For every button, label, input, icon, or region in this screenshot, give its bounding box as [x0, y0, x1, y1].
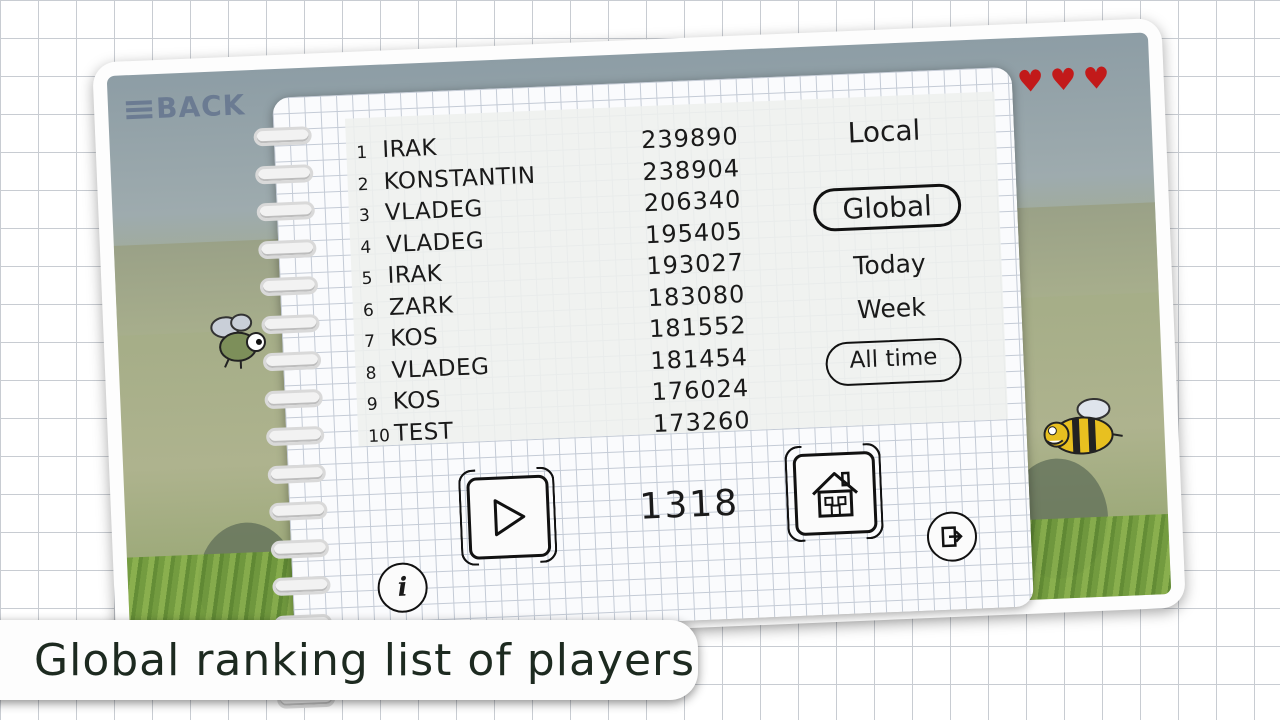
filter-global[interactable]: Global	[796, 170, 979, 243]
home-icon	[812, 471, 859, 518]
level-number: 1318	[638, 482, 740, 528]
ranking-rank: 9	[366, 394, 379, 416]
filter-today[interactable]: Today	[799, 246, 981, 297]
home-button[interactable]	[792, 450, 878, 537]
play-icon	[493, 499, 526, 537]
info-icon: i	[397, 572, 409, 603]
filter-local-label: Local	[847, 113, 921, 150]
heart-icon: ♥	[1016, 63, 1045, 100]
ranking-score: 239890	[640, 122, 740, 155]
ranking-list: 1 IRAK 239890 2 KONSTANTIN 238904 3 VLADEG 20634…	[356, 121, 789, 453]
ranking-rank: 7	[363, 331, 376, 353]
ranking-score: 176024	[651, 374, 750, 407]
ranking-rank: 4	[359, 237, 372, 258]
ranking-rank: 2	[357, 174, 369, 195]
ranking-score: 183080	[647, 279, 746, 312]
ranking-score: 181552	[648, 311, 748, 344]
play-button[interactable]	[466, 474, 552, 560]
exit-icon	[941, 526, 963, 548]
ranking-score: 238904	[641, 153, 741, 186]
ranking-score: 193027	[645, 248, 745, 281]
ranking-rank: 8	[365, 363, 377, 384]
info-button[interactable]: i	[376, 561, 429, 614]
filter-week-label: Week	[856, 292, 927, 325]
ranking-score: 195405	[644, 216, 744, 249]
filter-all-time-label: All time	[824, 337, 963, 387]
ranking-rank: 5	[361, 268, 373, 290]
ranking-rank: 3	[358, 205, 371, 227]
ranking-filters: Local Global Today Week All time	[793, 108, 984, 387]
ranking-score: 206340	[643, 185, 742, 218]
exit-button[interactable]	[925, 510, 979, 563]
caption-text: Global ranking list of players	[34, 634, 696, 686]
leaderboard-notebook: 1 IRAK 239890 2 KONSTANTIN 238904 3 VLADEG 20634…	[253, 66, 1034, 709]
ranking-score: 181454	[649, 342, 749, 375]
ranking-rank: 6	[362, 300, 375, 321]
ranking-score: 173260	[652, 405, 752, 438]
heart-icon: ♥	[1049, 62, 1078, 99]
filter-all-time[interactable]: All time	[803, 336, 985, 387]
bee-icon	[1043, 398, 1123, 455]
filter-global-label: Global	[812, 182, 962, 232]
filter-week[interactable]: Week	[801, 290, 983, 343]
notebook-controls: 1318 i	[288, 436, 1034, 637]
back-label: BACK	[155, 88, 246, 126]
filter-today-label: Today	[852, 248, 927, 281]
caption-banner: Global ranking list of players	[0, 620, 698, 700]
filter-local[interactable]: Local	[793, 108, 975, 177]
menu-icon	[125, 97, 153, 122]
back-button[interactable]: BACK	[125, 88, 246, 126]
heart-icon: ♥	[1082, 61, 1111, 98]
lives: ♥ ♥ ♥	[1016, 61, 1111, 100]
ranking-rank: 10	[367, 425, 391, 447]
ranking-rank: 1	[355, 142, 368, 164]
